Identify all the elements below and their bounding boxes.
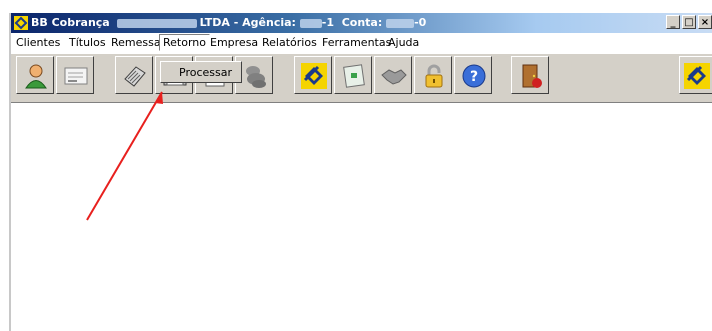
toolbar-mail-button[interactable] xyxy=(334,56,372,94)
window-title: BB Cobrança LTDA - Agência: -1 Conta: -0 xyxy=(31,16,427,29)
handshake-icon xyxy=(381,69,407,85)
menu-relatorios[interactable]: Relatórios xyxy=(262,36,317,49)
toolbar-help-button[interactable]: ? xyxy=(454,56,492,94)
menu-ferramentas[interactable]: Ferramentas xyxy=(322,36,391,49)
title-conta-value: -0 xyxy=(414,16,427,29)
padlock-icon xyxy=(425,64,443,88)
menu-ajuda[interactable]: Ajuda xyxy=(388,36,419,49)
toolbar-exit-button[interactable] xyxy=(511,56,549,94)
stack-icon xyxy=(246,66,266,88)
minimize-button[interactable]: _ xyxy=(666,15,680,29)
menu-clientes[interactable]: Clientes xyxy=(16,36,60,49)
toolbar: ? xyxy=(11,53,712,103)
toolbar-clientes-button[interactable] xyxy=(16,56,54,94)
menu-bar: Clientes Títulos Remessa Retorno Empresa… xyxy=(11,33,712,52)
client-icon xyxy=(25,64,47,89)
bb-logo-icon xyxy=(14,16,28,30)
title-bar[interactable]: BB Cobrança LTDA - Agência: -1 Conta: -0… xyxy=(11,13,712,33)
toolbar-bb-logo xyxy=(679,56,712,94)
help-icon: ? xyxy=(462,64,486,88)
title-agencia-label: Agência: xyxy=(242,16,296,29)
bb-logo-icon xyxy=(684,63,710,89)
menu-item-processar[interactable]: Processar xyxy=(179,66,232,79)
svg-text:?: ? xyxy=(470,69,478,85)
exit-door-icon xyxy=(522,64,542,88)
printer-icon xyxy=(124,66,146,87)
title-company: LTDA xyxy=(199,16,230,29)
menu-empresa[interactable]: Empresa xyxy=(210,36,258,49)
menu-remessa[interactable]: Remessa xyxy=(111,36,161,49)
menu-retorno[interactable]: Retorno xyxy=(159,34,210,51)
close-button[interactable]: × xyxy=(698,15,712,29)
toolbar-titulos-button[interactable] xyxy=(56,56,94,94)
toolbar-handshake-button[interactable] xyxy=(374,56,412,94)
toolbar-lock-button[interactable] xyxy=(414,56,452,94)
envelope-icon xyxy=(343,64,365,88)
menu-titulos[interactable]: Títulos xyxy=(69,36,106,49)
title-conta-label: Conta: xyxy=(341,16,383,29)
title-agencia-value: -1 xyxy=(321,16,335,29)
document-icon xyxy=(64,67,88,85)
title-app-name: BB Cobrança xyxy=(31,16,110,29)
app-window: BB Cobrança LTDA - Agência: -1 Conta: -0… xyxy=(9,13,712,331)
maximize-button[interactable]: □ xyxy=(682,15,696,29)
toolbar-bb-button[interactable] xyxy=(294,56,332,94)
toolbar-remessa-button[interactable] xyxy=(115,56,153,94)
retorno-dropdown-menu: Processar xyxy=(160,61,242,83)
bb-logo-icon xyxy=(301,63,327,89)
